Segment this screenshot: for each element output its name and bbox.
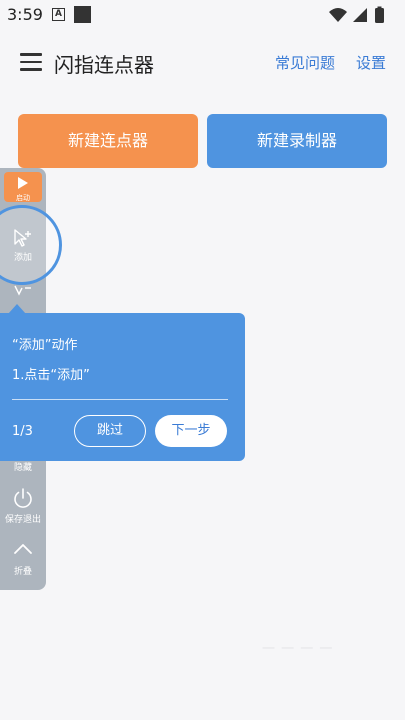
tooltip-title: “添加”动作 <box>12 338 78 353</box>
play-icon <box>18 177 28 189</box>
notification-a-icon: A <box>52 8 65 21</box>
add-label: 添加 <box>13 253 32 263</box>
signal-icon <box>353 8 367 22</box>
save-exit-label: 保存退出 <box>4 515 41 525</box>
tooltip-step-text: 1.点击“添加” <box>12 368 90 383</box>
notification-square-icon <box>74 6 91 23</box>
cursor-remove-icon[interactable] <box>14 284 32 298</box>
faded-overlay-text: 一 一 一 一 <box>262 642 334 657</box>
tooltip-progress: 1/3 <box>12 424 33 439</box>
fold-label: 折叠 <box>13 567 32 577</box>
faq-link[interactable]: 常见问题 <box>275 52 335 73</box>
skip-button[interactable]: 跳过 <box>74 415 146 447</box>
status-bar: 3:59 A <box>0 0 405 30</box>
app-bar: 闪指连点器 常见问题 设置 <box>0 44 405 80</box>
chevron-up-icon[interactable] <box>13 542 33 556</box>
new-recorder-button[interactable]: 新建录制器 <box>207 114 387 168</box>
hide-label[interactable]: 隐藏 <box>0 460 46 473</box>
tooltip-divider <box>12 399 228 400</box>
menu-icon[interactable] <box>20 53 42 71</box>
app-title: 闪指连点器 <box>54 53 154 77</box>
play-label: 启动 <box>16 194 30 202</box>
next-step-button[interactable]: 下一步 <box>155 415 227 447</box>
cursor-add-icon[interactable] <box>12 228 34 248</box>
status-time: 3:59 <box>7 5 43 24</box>
power-icon[interactable] <box>12 487 34 509</box>
battery-icon <box>375 8 384 23</box>
wifi-icon <box>329 8 347 22</box>
new-clicker-button[interactable]: 新建连点器 <box>18 114 198 168</box>
tutorial-tooltip: “添加”动作 1.点击“添加” 1/3 跳过 下一步 <box>0 313 245 461</box>
settings-link[interactable]: 设置 <box>356 52 386 73</box>
status-icons <box>329 6 384 23</box>
